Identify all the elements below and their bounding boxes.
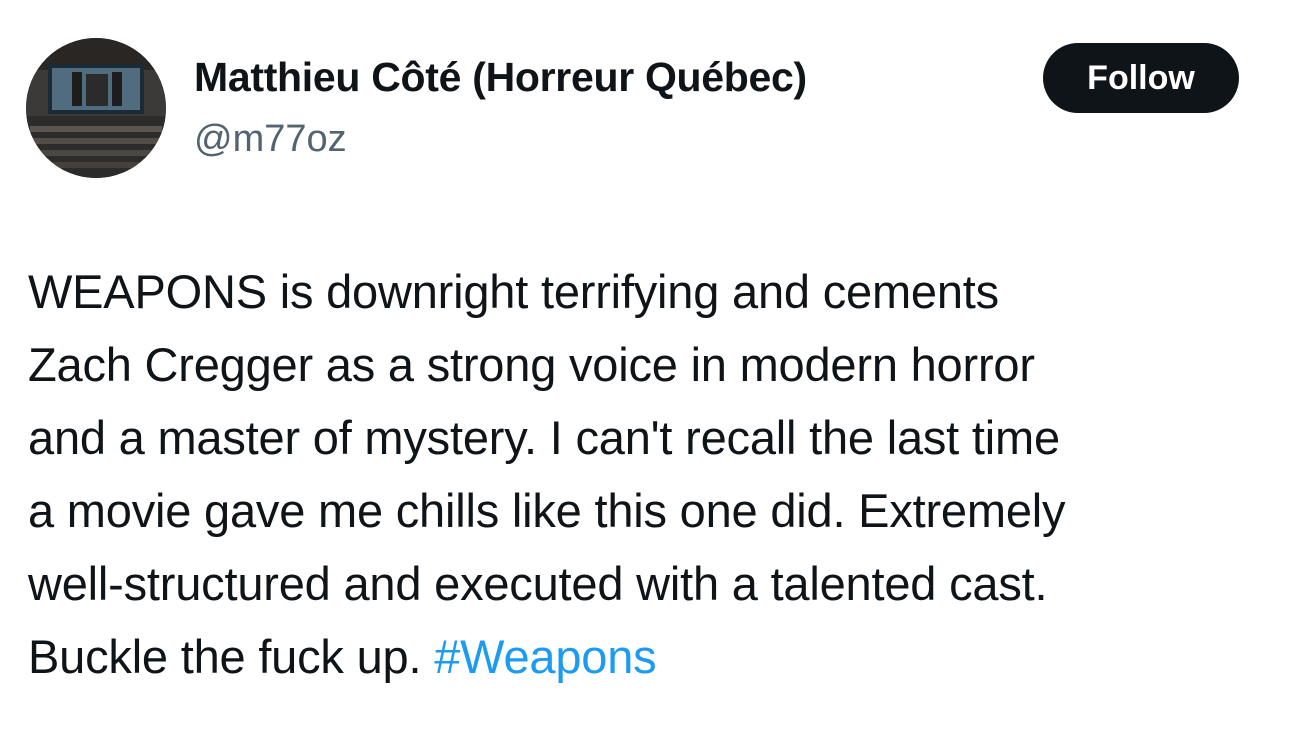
tweet-card: Matthieu Côté (Horreur Québec) @m77oz Fo… bbox=[0, 0, 1290, 742]
tweet-text-line: well-structured and executed with a tale… bbox=[28, 557, 1048, 610]
tweet-text-line: Buckle the fuck up. bbox=[28, 630, 422, 683]
tweet-text-line: WEAPONS is downright terrifying and ceme… bbox=[28, 265, 999, 318]
avatar[interactable] bbox=[26, 38, 166, 178]
tweet-text: WEAPONS is downright terrifying and ceme… bbox=[28, 255, 1268, 693]
hashtag-link[interactable]: #Weapons bbox=[434, 630, 656, 683]
cinema-screen-icon bbox=[26, 38, 166, 178]
author-handle[interactable]: @m77oz bbox=[194, 115, 347, 163]
author-display-name[interactable]: Matthieu Côté (Horreur Québec) bbox=[194, 52, 807, 102]
tweet-text-line: a movie gave me chills like this one did… bbox=[28, 484, 1066, 537]
tweet-text-line: Zach Cregger as a strong voice in modern… bbox=[28, 338, 1035, 391]
follow-button[interactable]: Follow bbox=[1043, 43, 1239, 113]
tweet-text-last-line: Buckle the fuck up. #Weapons bbox=[28, 620, 1268, 693]
tweet-text-line: and a master of mystery. I can't recall … bbox=[28, 411, 1060, 464]
